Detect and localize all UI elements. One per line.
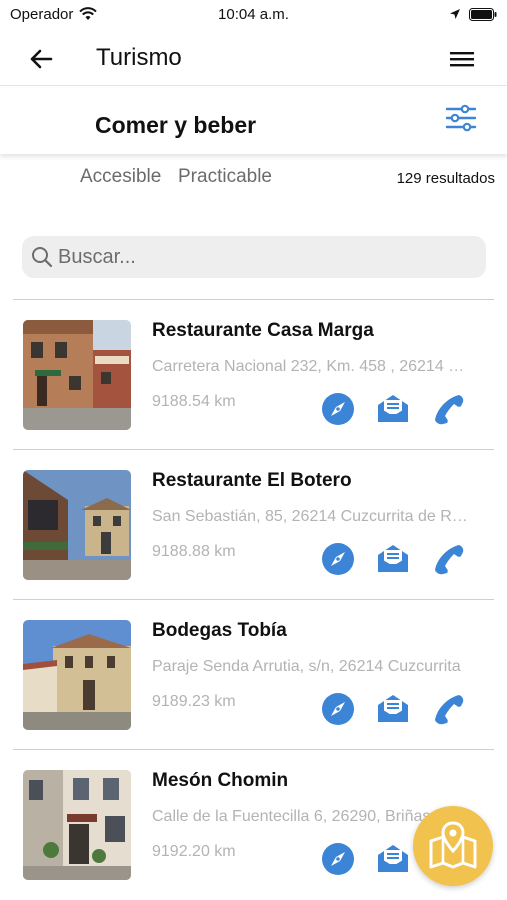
email-button[interactable] (375, 841, 411, 877)
carrier-label: Operador (10, 5, 74, 23)
place-name: Bodegas Tobía (152, 620, 287, 641)
place-distance: 9188.88 km (152, 543, 236, 560)
wifi-icon (79, 7, 98, 20)
location-arrow-icon (450, 9, 460, 19)
place-address: Paraje Senda Arrutia, s/n, 26214 Cuzcurr… (152, 658, 461, 675)
place-photo (23, 470, 131, 580)
compass-icon (322, 393, 354, 425)
battery-icon (469, 7, 497, 21)
mail-icon (378, 545, 408, 572)
call-button[interactable] (431, 691, 467, 727)
hamburger-menu-icon (450, 52, 474, 67)
place-address: San Sebastián, 85, 26214 Cuzcurrita de R… (152, 508, 472, 525)
directions-button[interactable] (320, 541, 356, 577)
section-header: Comer y beber (0, 88, 507, 154)
place-name: Mesón Chomin (152, 770, 289, 791)
page-title: Turismo (96, 44, 182, 71)
status-left: Operador (10, 5, 98, 23)
call-button[interactable] (431, 541, 467, 577)
search-icon (32, 247, 53, 268)
filter-practicable[interactable]: Practicable (178, 166, 272, 188)
phone-icon (435, 545, 464, 575)
back-button[interactable] (26, 44, 56, 74)
directions-button[interactable] (320, 391, 356, 427)
section-title: Comer y beber (95, 112, 257, 138)
place-photo (23, 770, 131, 880)
place-distance: 9192.20 km (152, 843, 236, 860)
compass-icon (322, 843, 354, 875)
sliders-icon (445, 104, 477, 132)
place-distance: 9189.23 km (152, 693, 236, 710)
compass-icon (322, 693, 354, 725)
place-name: Restaurante Casa Marga (152, 320, 374, 341)
menu-button[interactable] (449, 50, 475, 72)
place-photo (23, 320, 131, 430)
filter-accesible[interactable]: Accesible (80, 166, 161, 188)
map-pin-icon (429, 821, 477, 869)
phone-icon (435, 695, 464, 725)
results-count: 129 resultados (396, 170, 495, 187)
map-view-button[interactable] (413, 806, 493, 886)
status-right (449, 7, 497, 21)
place-photo (23, 620, 131, 730)
status-bar: Operador 10:04 a.m. (0, 0, 507, 28)
search-input[interactable] (58, 236, 478, 278)
call-button[interactable] (431, 391, 467, 427)
places-list: Restaurante Casa Marga Carretera Naciona… (0, 299, 507, 899)
place-address: Carretera Nacional 232, Km. 458 , 26214 … (152, 358, 472, 375)
directions-button[interactable] (320, 691, 356, 727)
list-item[interactable]: Bodegas Tobía Paraje Senda Arrutia, s/n,… (13, 599, 494, 749)
mail-icon (378, 845, 408, 872)
list-item[interactable]: Restaurante El Botero San Sebastián, 85,… (13, 449, 494, 599)
place-name: Restaurante El Botero (152, 470, 352, 491)
mail-icon (378, 395, 408, 422)
place-distance: 9188.54 km (152, 393, 236, 410)
email-button[interactable] (375, 541, 411, 577)
arrow-left-icon (30, 49, 53, 69)
filter-button[interactable] (445, 104, 477, 134)
search-box[interactable] (22, 236, 486, 278)
email-button[interactable] (375, 691, 411, 727)
phone-icon (435, 395, 464, 425)
compass-icon (322, 543, 354, 575)
nav-bar: Turismo (0, 30, 507, 86)
directions-button[interactable] (320, 841, 356, 877)
mail-icon (378, 695, 408, 722)
filters-row: Accesible Practicable 129 resultados (0, 166, 507, 192)
email-button[interactable] (375, 391, 411, 427)
list-item[interactable]: Restaurante Casa Marga Carretera Naciona… (13, 299, 494, 449)
